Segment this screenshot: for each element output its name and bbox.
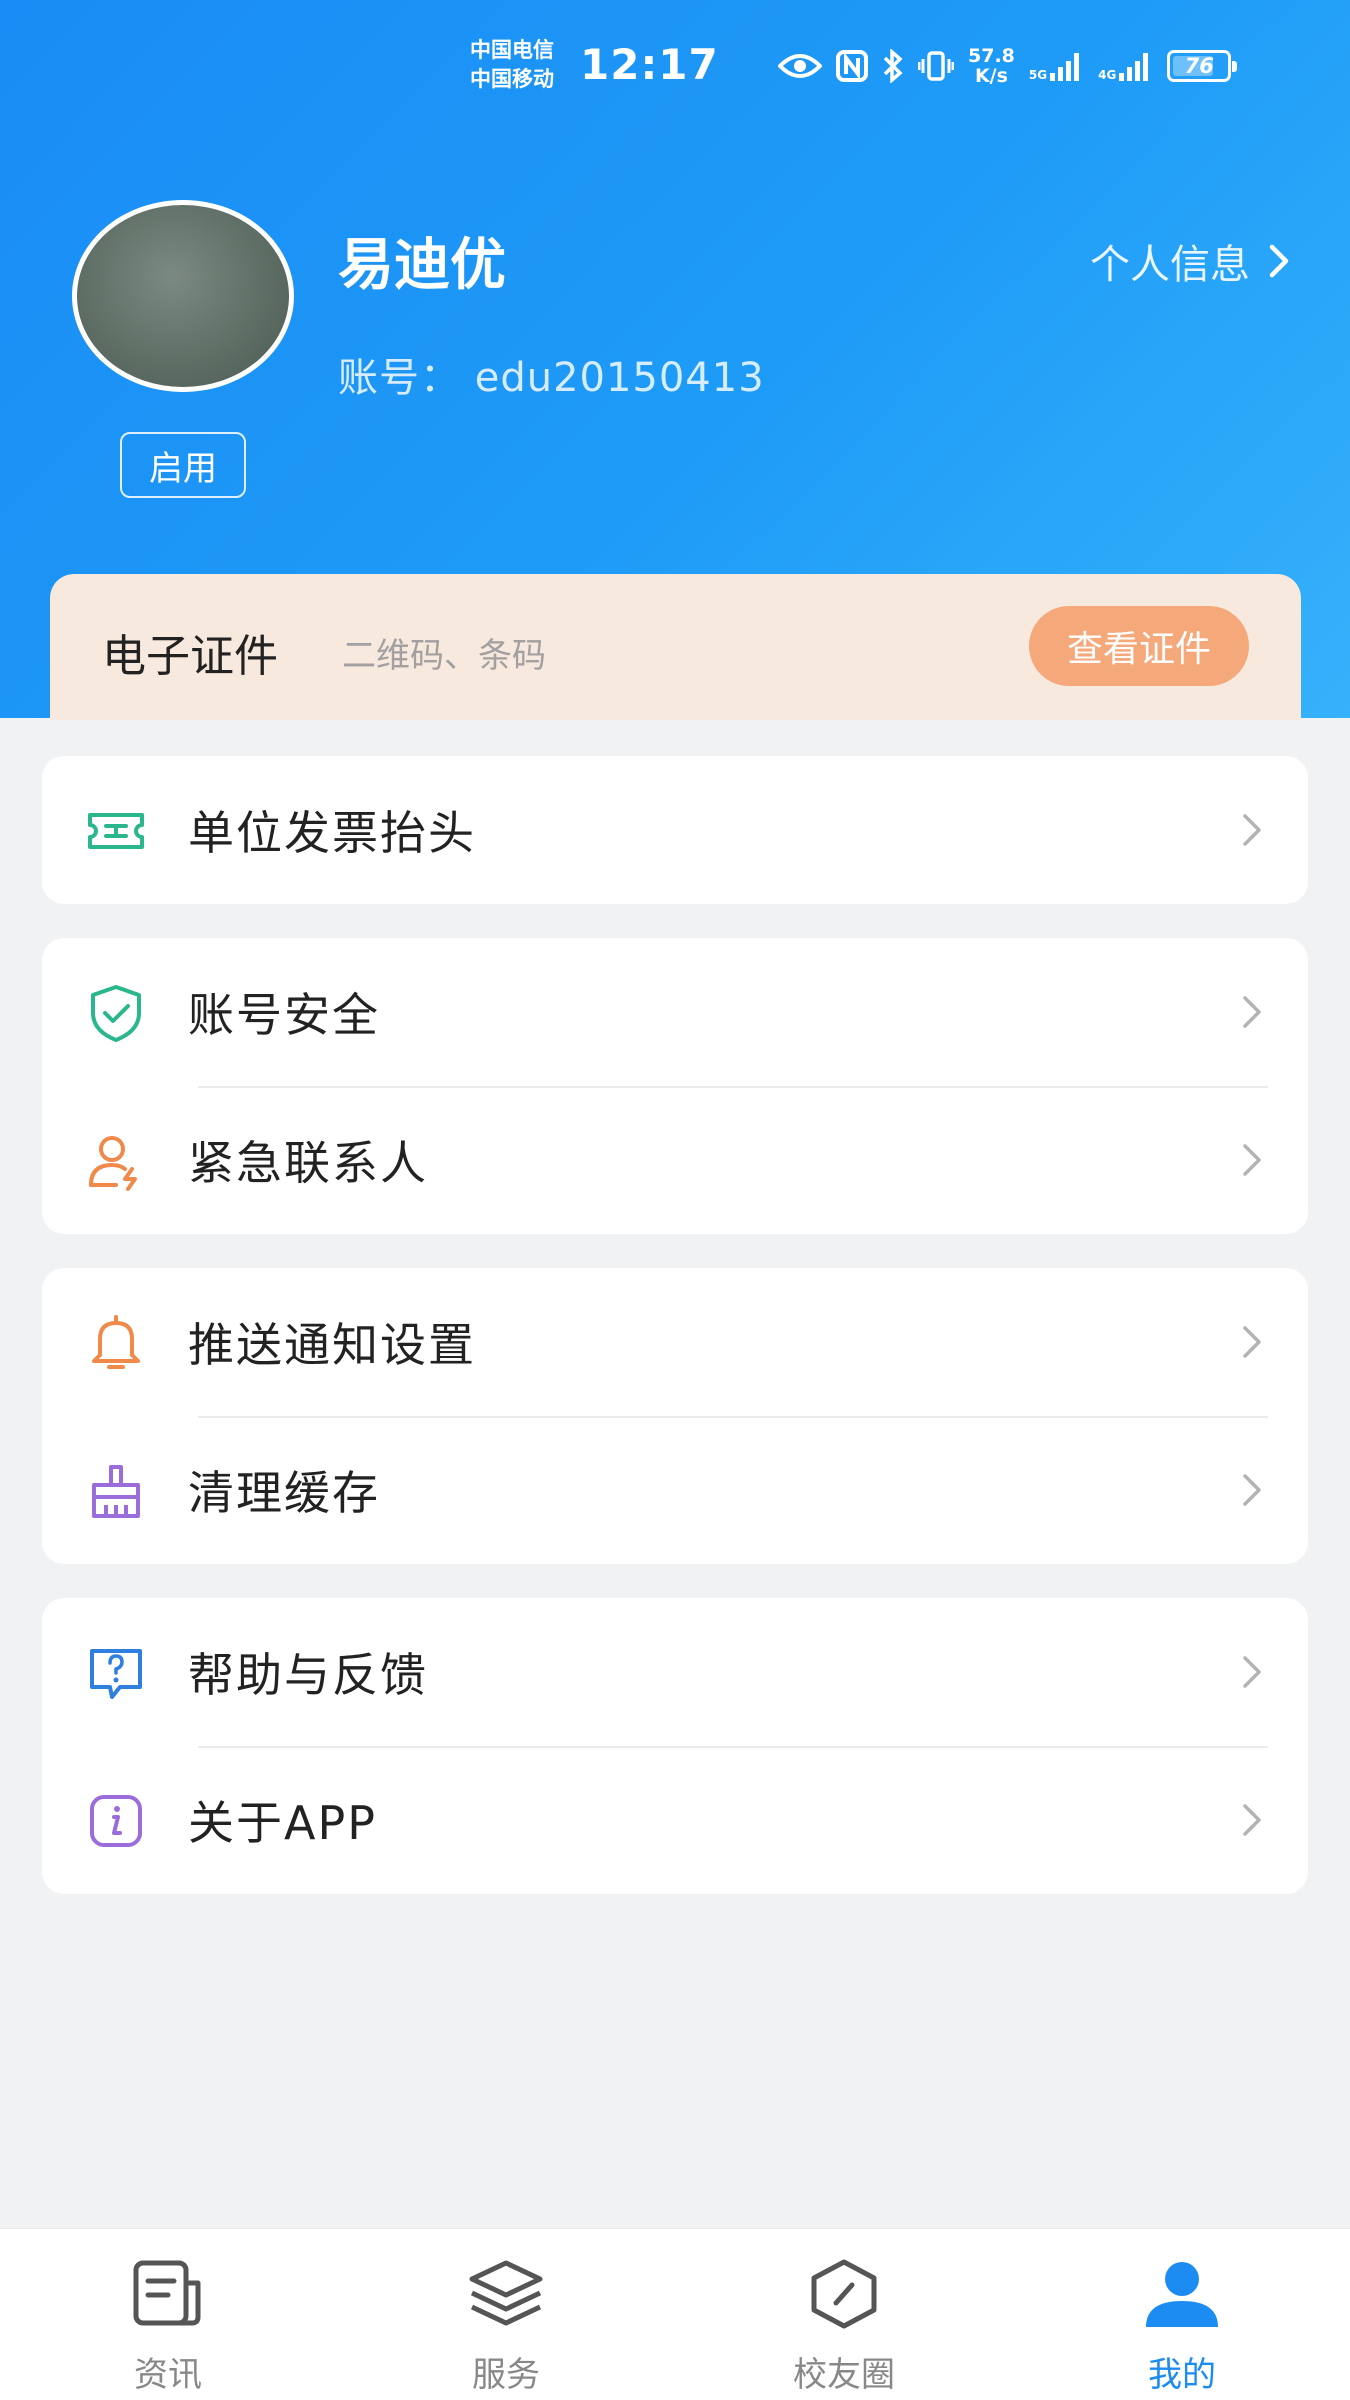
signal-bars-icon xyxy=(1119,53,1149,81)
menu-item-account-security[interactable]: 账号安全 xyxy=(42,938,1308,1086)
menu-group-settings: 推送通知设置 清理缓存 xyxy=(42,1268,1308,1564)
menu-item-about-app[interactable]: 关于APP xyxy=(42,1746,1308,1894)
network-speed: 57.8 K/s xyxy=(968,46,1015,86)
menu-item-label: 推送通知设置 xyxy=(188,1318,476,1372)
signal-4g: 4G xyxy=(1098,51,1153,81)
chevron-right-icon xyxy=(1243,1326,1261,1358)
menu-item-emergency-contact[interactable]: 紧急联系人 xyxy=(42,1086,1308,1234)
carrier-2: 中国移动 xyxy=(470,67,554,91)
alumni-icon xyxy=(811,2259,877,2329)
menu-item-label: 帮助与反馈 xyxy=(188,1648,428,1702)
net-speed-value: 57.8 xyxy=(968,45,1015,67)
signal-bars-icon xyxy=(1050,53,1080,81)
info-icon xyxy=(90,1795,142,1847)
status-icons: 57.8 K/s 5G 4G 76 xyxy=(778,46,1238,86)
tab-label: 校友圈 xyxy=(793,2355,895,2395)
menu-group-account: 账号安全 紧急联系人 xyxy=(42,938,1308,1234)
clock: 12:17 xyxy=(580,40,719,89)
chevron-right-icon xyxy=(1243,1656,1261,1688)
bottom-tab-bar: 资讯 服务 校友圈 我的 xyxy=(0,2228,1350,2400)
menu-item-help-feedback[interactable]: 帮助与反馈 xyxy=(42,1598,1308,1746)
view-certificate-button[interactable]: 查看证件 xyxy=(1029,606,1249,686)
avatar[interactable] xyxy=(72,200,294,392)
tab-label: 资讯 xyxy=(134,2355,202,2395)
tab-label: 服务 xyxy=(472,2355,540,2395)
battery-level: 76 xyxy=(1184,54,1214,78)
menu-item-push-notifications[interactable]: 推送通知设置 xyxy=(42,1268,1308,1416)
e-certificate-title: 电子证件 xyxy=(102,631,278,682)
menu-item-label: 紧急联系人 xyxy=(188,1136,428,1190)
tab-services[interactable]: 服务 xyxy=(406,2229,606,2400)
chevron-right-icon xyxy=(1243,996,1261,1028)
menu-item-label: 账号安全 xyxy=(188,988,380,1042)
menu-item-label: 单位发票抬头 xyxy=(188,806,476,860)
broom-icon xyxy=(92,1465,140,1518)
help-icon xyxy=(90,1649,142,1699)
tab-news[interactable]: 资讯 xyxy=(68,2229,268,2400)
net-speed-unit: K/s xyxy=(974,65,1008,87)
signal-1-label: 5G xyxy=(1028,68,1048,82)
invoice-icon xyxy=(88,813,144,849)
menu-item-invoice-title[interactable]: 单位发票抬头 xyxy=(42,756,1308,904)
menu-group-about: 帮助与反馈 关于APP xyxy=(42,1598,1308,1894)
status-bar: 中国电信 中国移动 12:17 57.8 K/s 5G 4G 76 xyxy=(0,30,1350,110)
personal-info-label: 个人信息 xyxy=(1090,242,1250,288)
nfc-icon xyxy=(836,50,868,82)
person-icon xyxy=(1146,2262,1218,2327)
chevron-right-icon xyxy=(1269,244,1289,278)
personal-info-link[interactable]: 个人信息 xyxy=(1090,232,1290,290)
tab-label: 我的 xyxy=(1148,2355,1216,2395)
chevron-right-icon xyxy=(1243,1804,1261,1836)
bell-icon xyxy=(92,1315,140,1369)
layers-icon xyxy=(469,2260,543,2326)
tab-alumni[interactable]: 校友圈 xyxy=(744,2229,944,2400)
menu-group-invoice: 单位发票抬头 xyxy=(42,756,1308,904)
eye-icon xyxy=(778,54,822,78)
news-icon xyxy=(133,2260,201,2326)
emergency-contact-icon xyxy=(89,1136,137,1191)
menu-item-clear-cache[interactable]: 清理缓存 xyxy=(42,1416,1308,1564)
e-certificate-card[interactable]: 电子证件 二维码、条码 查看证件 xyxy=(50,574,1301,720)
signal-5g: 5G xyxy=(1029,51,1084,81)
bluetooth-icon xyxy=(883,49,903,83)
account-id: 账号： edu20150413 xyxy=(338,355,765,401)
shield-icon xyxy=(91,985,141,1042)
battery-icon: 76 xyxy=(1167,50,1238,82)
vibrate-icon xyxy=(918,51,954,81)
signal-2-label: 4G xyxy=(1098,68,1117,82)
profile-header: 中国电信 中国移动 12:17 57.8 K/s 5G 4G 76 启用 易迪优… xyxy=(0,0,1350,720)
chevron-right-icon xyxy=(1243,1474,1261,1506)
menu-item-label: 清理缓存 xyxy=(188,1466,380,1520)
e-certificate-subtitle: 二维码、条码 xyxy=(342,636,546,676)
carrier-1: 中国电信 xyxy=(470,38,554,62)
account-status-badge: 启用 xyxy=(120,432,246,498)
chevron-right-icon xyxy=(1243,1144,1261,1176)
carrier-names: 中国电信 中国移动 xyxy=(470,36,554,94)
chevron-right-icon xyxy=(1243,814,1261,846)
tab-mine[interactable]: 我的 xyxy=(1082,2229,1282,2400)
menu-item-label: 关于APP xyxy=(188,1796,377,1850)
user-name: 易迪优 xyxy=(338,233,506,298)
